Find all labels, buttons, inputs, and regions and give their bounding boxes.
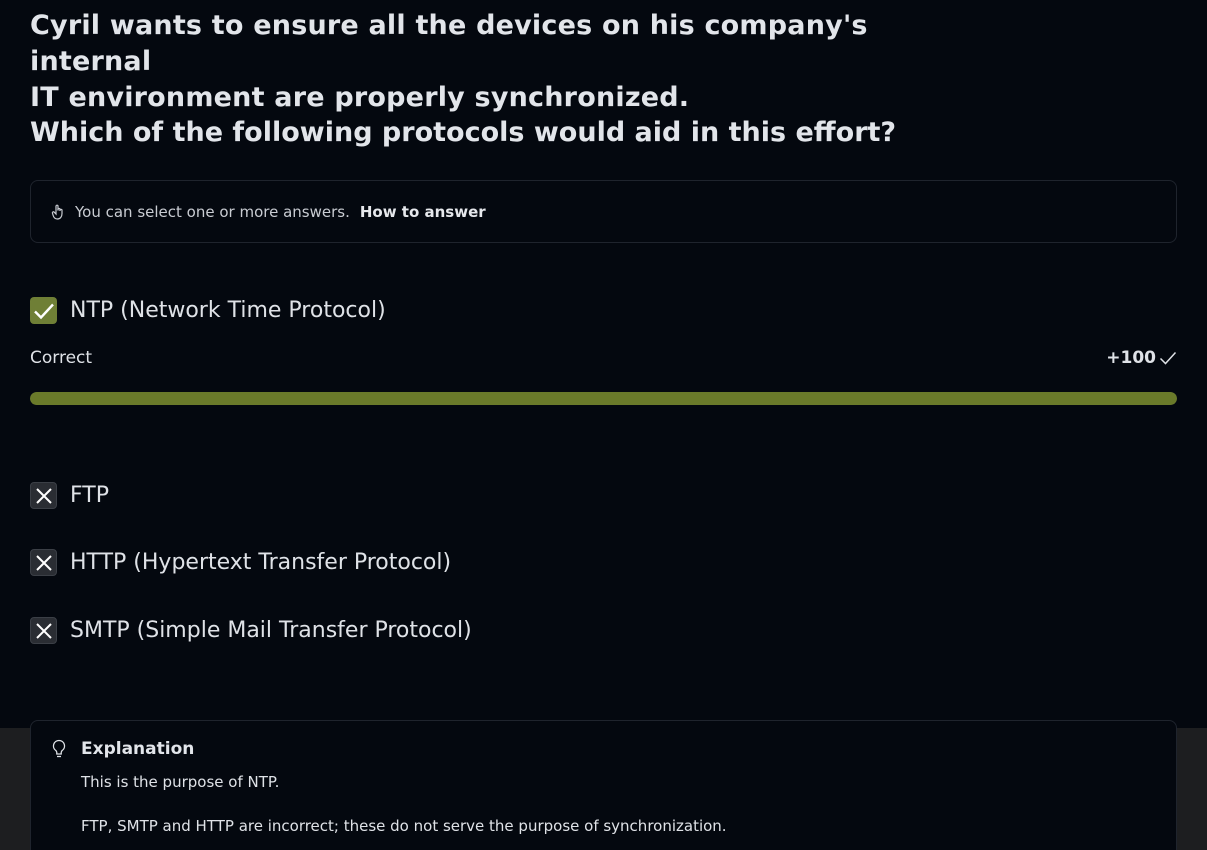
- option-http[interactable]: HTTP (Hypertext Transfer Protocol): [30, 549, 451, 576]
- option-smtp[interactable]: SMTP (Simple Mail Transfer Protocol): [30, 617, 472, 644]
- score-value: +100: [1106, 348, 1156, 368]
- explanation-header: Explanation: [51, 739, 1176, 759]
- check-icon: [1159, 351, 1177, 365]
- explanation-text-2: FTP, SMTP and HTTP are incorrect; these …: [81, 817, 727, 835]
- option-label: HTTP (Hypertext Transfer Protocol): [70, 550, 452, 575]
- option-label: FTP: [70, 483, 109, 508]
- cross-icon[interactable]: [30, 617, 57, 644]
- option-ntp[interactable]: NTP (Network Time Protocol): [30, 297, 386, 324]
- hint-text: You can select one or more answers.: [75, 202, 350, 221]
- result-status: Correct: [30, 348, 93, 368]
- cross-icon[interactable]: [30, 549, 57, 576]
- explanation-text-1: This is the purpose of NTP.: [81, 773, 280, 791]
- question-text: Cyril wants to ensure all the devices on…: [30, 8, 930, 116]
- lightbulb-icon: [51, 739, 67, 759]
- question-prompt: Which of the following protocols would a…: [30, 117, 897, 148]
- score-progress-fill: [30, 392, 1177, 405]
- score-badge: +100: [1106, 348, 1177, 368]
- option-ftp[interactable]: FTP: [30, 482, 109, 509]
- how-to-answer-link[interactable]: How to answer: [360, 203, 486, 221]
- hint-box: You can select one or more answers. How …: [30, 180, 1177, 243]
- hand-pointer-icon: [51, 204, 65, 220]
- question-line-1: Cyril wants to ensure all the devices on…: [30, 10, 868, 77]
- option-label: NTP (Network Time Protocol): [70, 298, 386, 323]
- result-row: Correct +100: [30, 348, 1177, 368]
- explanation-title: Explanation: [81, 739, 195, 759]
- checkbox-checked-icon[interactable]: [30, 297, 57, 324]
- option-label: SMTP (Simple Mail Transfer Protocol): [70, 618, 472, 643]
- score-progress-bar: [30, 392, 1177, 405]
- explanation-panel: Explanation This is the purpose of NTP. …: [30, 720, 1177, 850]
- cross-icon[interactable]: [30, 482, 57, 509]
- question-line-2: IT environment are properly synchronized…: [30, 82, 690, 113]
